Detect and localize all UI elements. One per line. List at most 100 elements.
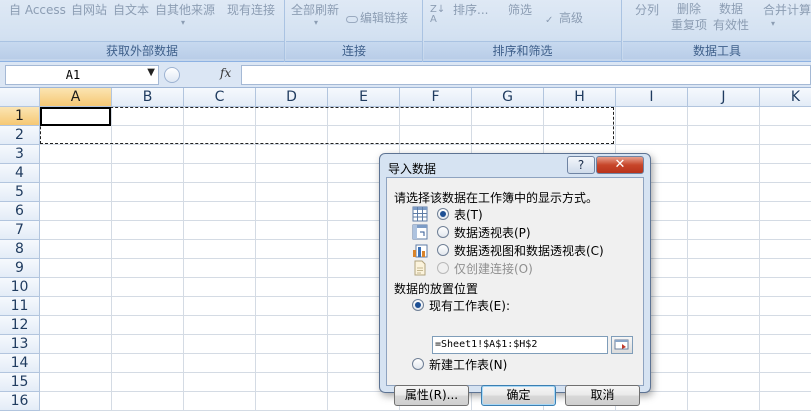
cell[interactable] <box>760 259 811 278</box>
cell[interactable] <box>184 373 256 392</box>
cell[interactable] <box>688 145 760 164</box>
row-header[interactable]: 14 <box>0 354 40 373</box>
cell[interactable] <box>184 145 256 164</box>
cell[interactable] <box>256 278 328 297</box>
close-button[interactable]: ✕ <box>596 156 644 174</box>
new-sheet-radio[interactable] <box>412 358 424 370</box>
cell[interactable] <box>256 183 328 202</box>
cell[interactable] <box>760 354 811 373</box>
cell[interactable] <box>256 335 328 354</box>
formula-input[interactable] <box>241 65 811 85</box>
cell[interactable] <box>112 183 184 202</box>
cell[interactable] <box>112 316 184 335</box>
range-input[interactable]: =Sheet1!$A$1:$H$2 <box>432 336 608 354</box>
refresh-all-button[interactable]: 全部刷新 <box>291 1 339 18</box>
row-header[interactable]: 7 <box>0 221 40 240</box>
from-other-sources-button[interactable]: 自其他来源 <box>155 1 215 18</box>
cell[interactable] <box>256 316 328 335</box>
cell[interactable] <box>40 145 112 164</box>
row-header[interactable]: 16 <box>0 392 40 411</box>
row-header[interactable]: 1 <box>0 107 40 126</box>
cell[interactable] <box>760 202 811 221</box>
edit-links-button[interactable]: 编辑链接 <box>346 9 408 26</box>
cell[interactable] <box>760 335 811 354</box>
column-header[interactable]: H <box>544 88 616 107</box>
cell[interactable] <box>688 164 760 183</box>
cell[interactable] <box>688 392 760 411</box>
pivot-table-option-label[interactable]: 数据透视表(P) <box>454 224 531 241</box>
cell[interactable] <box>112 297 184 316</box>
cell[interactable] <box>112 202 184 221</box>
column-header[interactable]: A <box>40 88 112 107</box>
existing-sheet-label[interactable]: 现有工作表(E): <box>429 297 510 314</box>
cell[interactable] <box>328 392 400 411</box>
column-header[interactable]: J <box>688 88 760 107</box>
cell[interactable] <box>112 221 184 240</box>
advanced-filter-button[interactable]: ✓ 高级 <box>545 9 583 26</box>
data-validation-button[interactable]: 数据 有效性 <box>713 1 749 33</box>
from-access-button[interactable]: 自 Access <box>9 1 66 18</box>
cell[interactable] <box>760 107 811 126</box>
cell[interactable] <box>112 392 184 411</box>
column-header[interactable]: I <box>616 88 688 107</box>
cell[interactable] <box>40 278 112 297</box>
table-radio[interactable] <box>437 208 449 220</box>
ok-button[interactable]: 确定 <box>481 385 556 406</box>
cell[interactable] <box>688 126 760 145</box>
cell[interactable] <box>184 316 256 335</box>
select-all-corner[interactable] <box>0 88 40 107</box>
cell[interactable] <box>40 183 112 202</box>
column-header[interactable]: G <box>472 88 544 107</box>
cell[interactable] <box>256 221 328 240</box>
column-header[interactable]: F <box>400 88 472 107</box>
cell[interactable] <box>688 259 760 278</box>
cell[interactable] <box>184 335 256 354</box>
cell[interactable] <box>256 297 328 316</box>
cell[interactable] <box>616 107 688 126</box>
cell[interactable] <box>112 354 184 373</box>
cell[interactable] <box>184 221 256 240</box>
cell[interactable] <box>256 145 328 164</box>
cell[interactable] <box>688 221 760 240</box>
cell[interactable] <box>760 145 811 164</box>
cell[interactable] <box>184 202 256 221</box>
insert-function-button[interactable]: fx <box>220 66 231 80</box>
properties-button[interactable]: 属性(R)... <box>394 385 469 406</box>
row-header[interactable]: 5 <box>0 183 40 202</box>
column-header[interactable]: B <box>112 88 184 107</box>
cell[interactable] <box>256 392 328 411</box>
resize-handle-icon[interactable] <box>164 67 180 83</box>
column-header[interactable]: D <box>256 88 328 107</box>
sort-button[interactable]: 排序... <box>453 1 488 18</box>
cell[interactable] <box>256 202 328 221</box>
help-button[interactable]: ? <box>567 156 595 174</box>
cell[interactable] <box>40 221 112 240</box>
cell[interactable] <box>184 354 256 373</box>
cell[interactable] <box>760 392 811 411</box>
cell[interactable] <box>184 297 256 316</box>
cell[interactable] <box>256 164 328 183</box>
cell[interactable] <box>256 354 328 373</box>
cell[interactable] <box>760 278 811 297</box>
cell[interactable] <box>112 373 184 392</box>
cell[interactable] <box>616 126 688 145</box>
cell[interactable] <box>112 145 184 164</box>
cell[interactable] <box>760 183 811 202</box>
cell[interactable] <box>760 316 811 335</box>
cell[interactable] <box>688 278 760 297</box>
new-sheet-label[interactable]: 新建工作表(N) <box>429 356 507 373</box>
cell[interactable] <box>112 278 184 297</box>
cell[interactable] <box>40 259 112 278</box>
from-web-button[interactable]: 自网站 <box>71 1 107 18</box>
cell[interactable] <box>760 126 811 145</box>
cell[interactable] <box>760 297 811 316</box>
cell[interactable] <box>112 240 184 259</box>
cell[interactable] <box>760 221 811 240</box>
cell[interactable] <box>760 164 811 183</box>
cell[interactable] <box>40 373 112 392</box>
chevron-down-icon[interactable]: ▼ <box>147 67 155 78</box>
row-header[interactable]: 8 <box>0 240 40 259</box>
row-header[interactable]: 13 <box>0 335 40 354</box>
table-option-label[interactable]: 表(T) <box>454 206 483 223</box>
cell[interactable] <box>40 240 112 259</box>
